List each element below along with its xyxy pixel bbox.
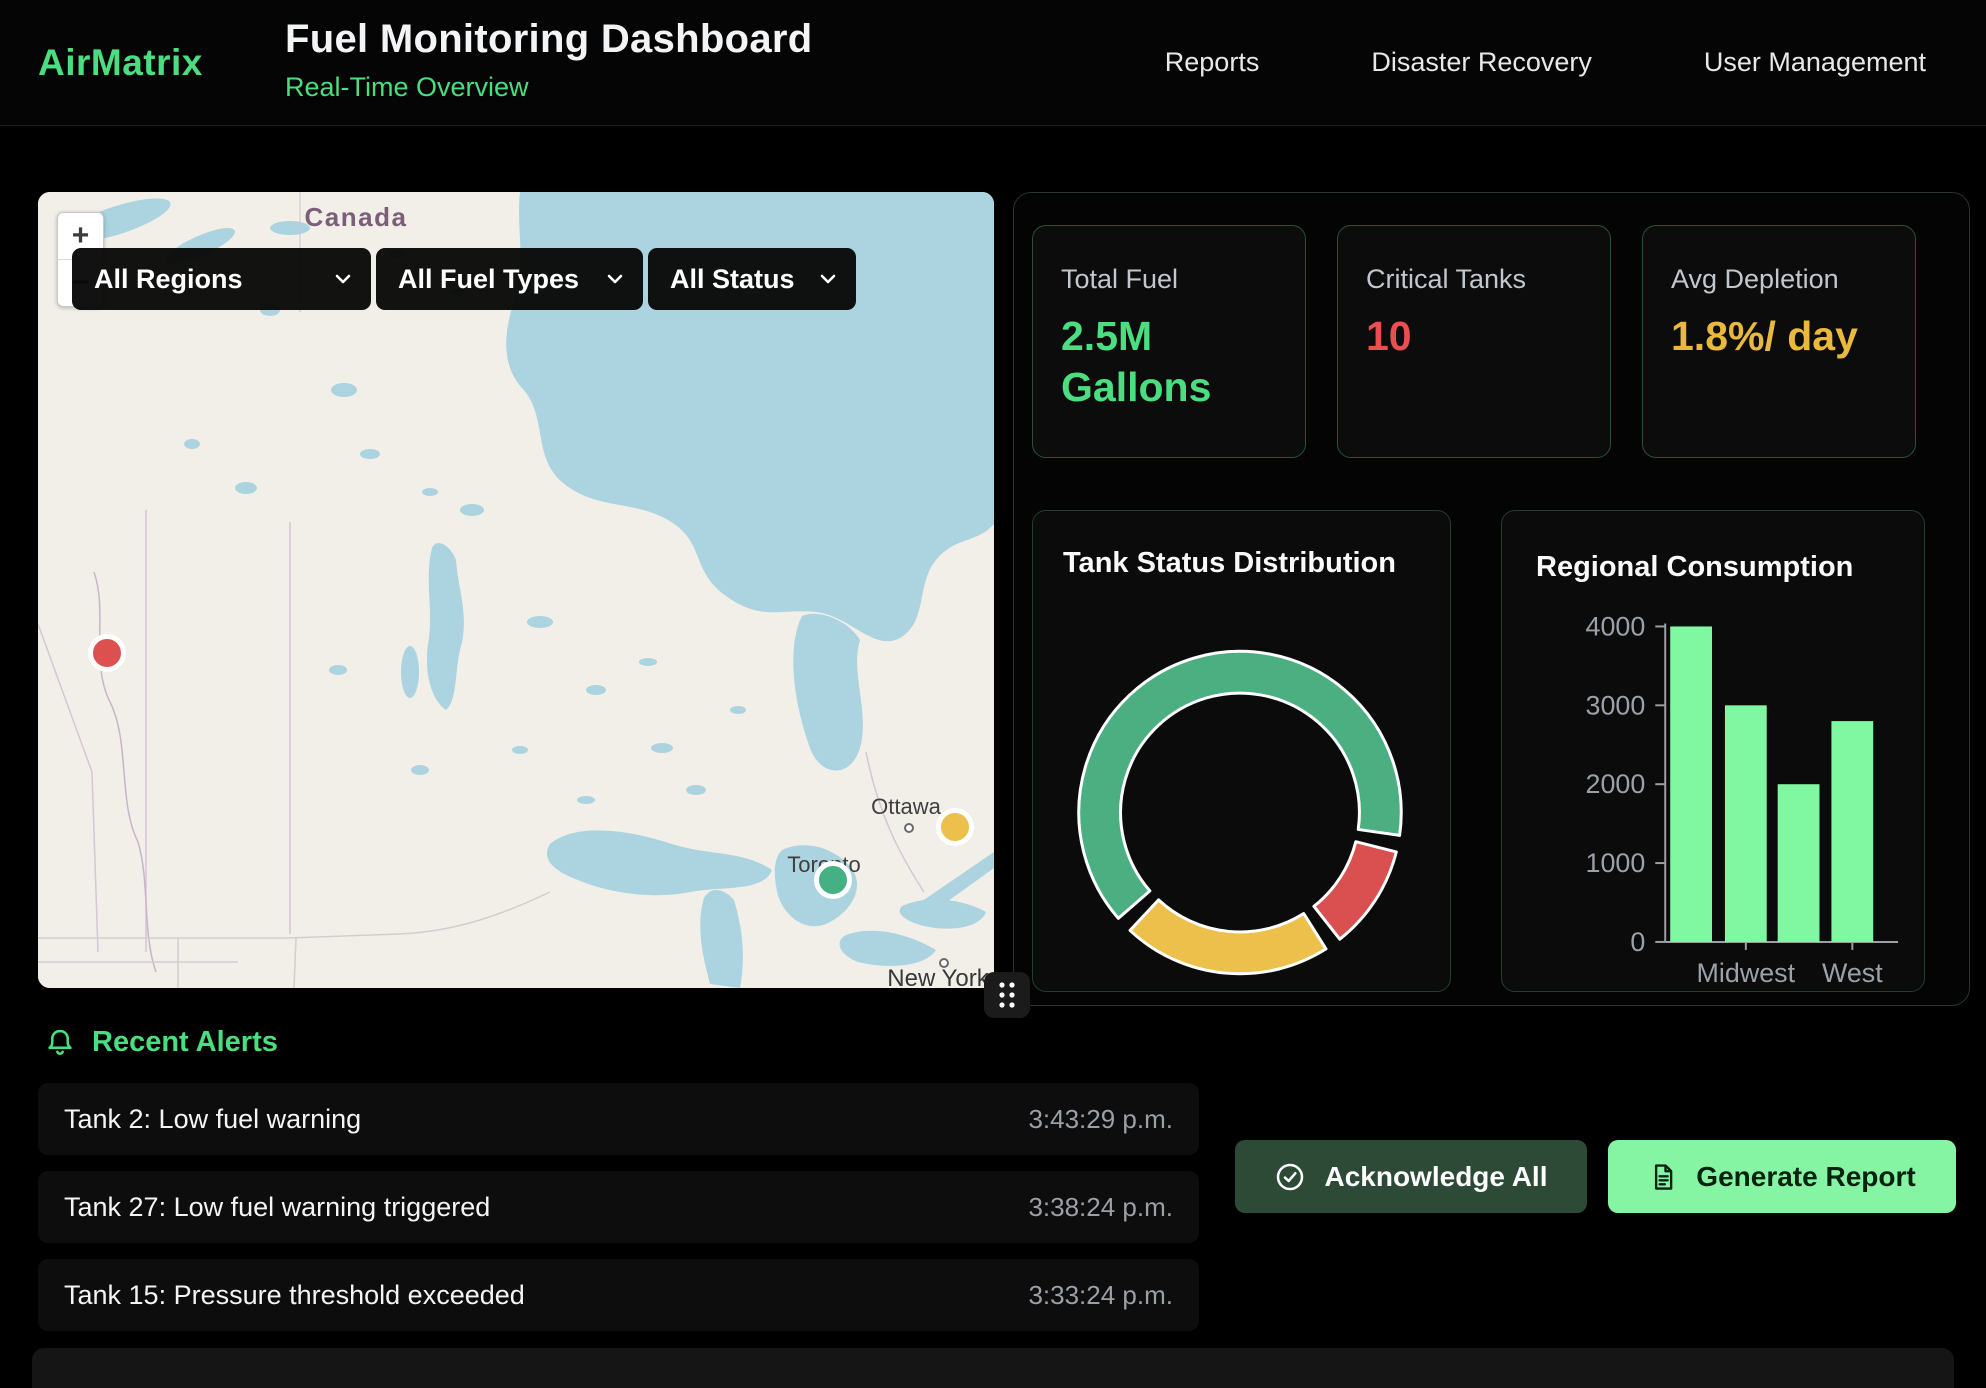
svg-text:3000: 3000 [1586, 690, 1646, 720]
stat-value-critical-tanks: 10 [1366, 311, 1581, 362]
brand-logo: AirMatrix [38, 0, 203, 125]
acknowledge-all-label: Acknowledge All [1324, 1161, 1547, 1193]
stat-value-avg-depletion: 1.8%/ day [1671, 311, 1886, 362]
tank-marker-warning[interactable] [939, 811, 972, 844]
grip-dots-icon [994, 979, 1020, 1011]
app-header: AirMatrix Fuel Monitoring Dashboard Real… [0, 0, 1986, 126]
bar-x-label: Midwest [1697, 958, 1796, 988]
donut-segment-warning [1130, 900, 1326, 974]
map-label-country: Canada [305, 202, 408, 232]
chevron-down-icon [331, 267, 355, 291]
footer-strip [32, 1348, 1954, 1388]
recent-alerts-header: Recent Alerts [44, 1026, 278, 1059]
tank-marker-critical[interactable] [91, 637, 124, 670]
page-title: Fuel Monitoring Dashboard [285, 17, 812, 62]
stat-label: Avg Depletion [1671, 264, 1889, 295]
bar-3 [1831, 721, 1873, 942]
bar-x-label: West [1822, 958, 1883, 988]
alert-message: Tank 27: Low fuel warning triggered [64, 1192, 490, 1223]
nav-item-reports[interactable]: Reports [1165, 47, 1260, 78]
recent-alerts-title: Recent Alerts [92, 1026, 278, 1059]
tank-status-chart-panel: Tank Status Distribution [1032, 510, 1451, 992]
svg-text:1000: 1000 [1586, 848, 1646, 878]
nav-item-disaster-recovery[interactable]: Disaster Recovery [1371, 47, 1592, 78]
stat-label: Critical Tanks [1366, 264, 1584, 295]
generate-report-label: Generate Report [1696, 1161, 1915, 1193]
stat-card-critical-tanks: Critical Tanks 10 [1337, 225, 1611, 458]
chevron-down-icon [816, 267, 840, 291]
map[interactable]: Canada Ottawa Toronto New York + − All R… [38, 192, 994, 988]
bar-1 [1725, 705, 1767, 942]
map-resize-handle[interactable] [984, 972, 1030, 1018]
ottawa-town-dot [905, 824, 913, 832]
alert-row[interactable]: Tank 15: Pressure threshold exceeded 3:3… [38, 1259, 1199, 1331]
page-subtitle: Real-Time Overview [285, 72, 812, 103]
stat-card-total-fuel: Total Fuel 2.5M Gallons [1032, 225, 1306, 458]
title-block: Fuel Monitoring Dashboard Real-Time Over… [285, 17, 812, 103]
alert-row[interactable]: Tank 27: Low fuel warning triggered 3:38… [38, 1171, 1199, 1243]
stat-label: Total Fuel [1061, 264, 1279, 295]
alert-timestamp: 3:38:24 p.m. [1028, 1192, 1173, 1223]
fuel-type-filter-dropdown[interactable]: All Fuel Types [376, 248, 643, 310]
svg-text:0: 0 [1630, 927, 1645, 957]
map-filters: All Regions All Fuel Types All Status [72, 248, 856, 310]
nav-item-user-management[interactable]: User Management [1704, 47, 1926, 78]
generate-report-button[interactable]: Generate Report [1608, 1140, 1956, 1213]
bell-icon [44, 1027, 76, 1059]
map-canvas: Canada Ottawa Toronto New York [38, 192, 994, 988]
stat-value-total-fuel: 2.5M Gallons [1061, 311, 1276, 414]
acknowledge-all-button[interactable]: Acknowledge All [1235, 1140, 1587, 1213]
alert-message: Tank 2: Low fuel warning [64, 1104, 361, 1135]
svg-text:2000: 2000 [1586, 769, 1646, 799]
alert-timestamp: 3:33:24 p.m. [1028, 1280, 1173, 1311]
tank-status-donut-chart [1033, 511, 1450, 991]
stat-card-avg-depletion: Avg Depletion 1.8%/ day [1642, 225, 1916, 458]
regional-consumption-chart-panel: Regional Consumption 01000200030004000Mi… [1501, 510, 1925, 992]
top-nav: Reports Disaster Recovery User Managemen… [1165, 0, 1926, 125]
bar-0 [1670, 626, 1712, 941]
document-icon [1648, 1162, 1678, 1192]
svg-text:4000: 4000 [1586, 611, 1646, 641]
region-filter-value: All Regions [94, 264, 243, 295]
region-filter-dropdown[interactable]: All Regions [72, 248, 371, 310]
map-label-newyork: New York [887, 965, 989, 988]
alert-timestamp: 3:43:29 p.m. [1028, 1104, 1173, 1135]
alert-message: Tank 15: Pressure threshold exceeded [64, 1280, 525, 1311]
bar-2 [1778, 784, 1820, 942]
donut-segment-critical [1314, 842, 1396, 939]
chevron-down-icon [603, 267, 627, 291]
alert-row[interactable]: Tank 2: Low fuel warning 3:43:29 p.m. [38, 1083, 1199, 1155]
tank-marker-normal[interactable] [817, 864, 850, 897]
check-circle-icon [1274, 1161, 1306, 1193]
regional-consumption-bar-chart: 0 1000 2000 3000 4000 Midwest West [1502, 511, 1924, 991]
fuel-type-filter-value: All Fuel Types [398, 264, 579, 295]
map-label-ottawa: Ottawa [871, 794, 941, 819]
status-filter-value: All Status [670, 264, 795, 295]
status-filter-dropdown[interactable]: All Status [648, 248, 856, 310]
